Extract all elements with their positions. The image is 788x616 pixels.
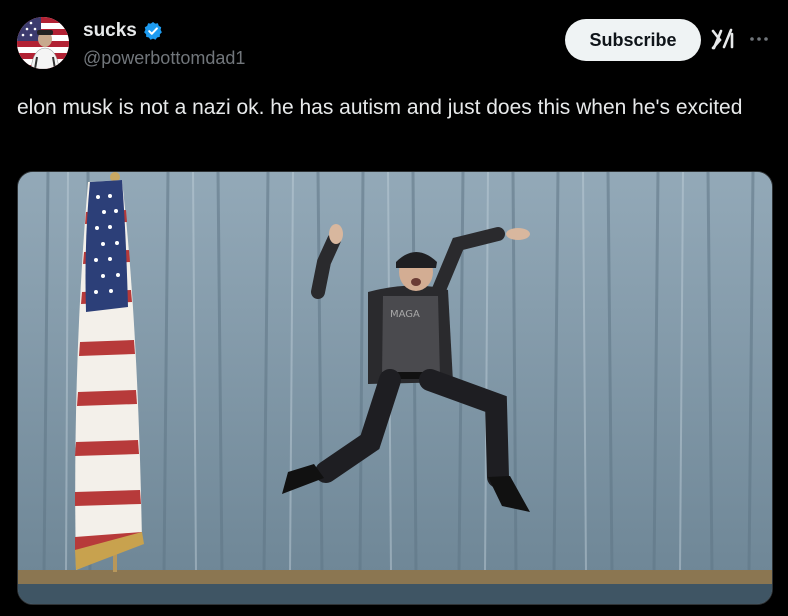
more-icon[interactable]	[748, 28, 770, 50]
grok-icon[interactable]	[710, 26, 736, 52]
post-media-photo[interactable]: MAGA	[17, 171, 773, 605]
svg-text:MAGA: MAGA	[390, 309, 420, 320]
verified-badge-icon	[143, 21, 163, 41]
post-text: elon musk is not a nazi ok. he has autis…	[17, 96, 743, 119]
subscribe-button[interactable]: Subscribe	[565, 19, 701, 61]
author-handle[interactable]: @powerbottomdad1	[83, 48, 245, 69]
avatar[interactable]	[17, 17, 69, 69]
post: sucks @powerbottomdad1 Subscribe elon mu…	[0, 0, 788, 616]
author-name-row[interactable]: sucks	[83, 20, 163, 42]
display-name[interactable]: sucks	[83, 20, 137, 42]
